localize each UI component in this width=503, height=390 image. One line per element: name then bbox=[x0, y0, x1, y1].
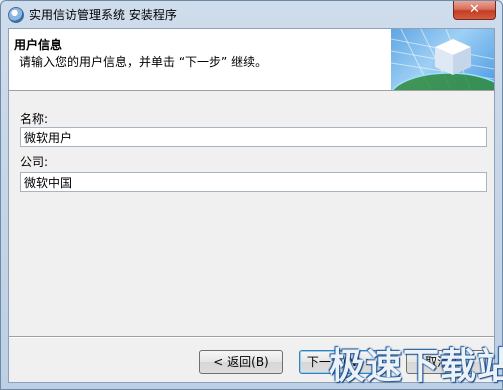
name-label: 名称: bbox=[20, 112, 49, 126]
company-label: 公司: bbox=[20, 155, 49, 169]
window-title: 实用信访管理系统 安装程序 bbox=[29, 8, 177, 22]
cancel-button[interactable]: 取消(C) bbox=[406, 350, 486, 374]
company-field[interactable] bbox=[20, 172, 487, 192]
page-header: 用户信息 请输入您的用户信息，并单击 “下一步” 继续。 bbox=[9, 29, 494, 91]
installer-window: 实用信访管理系统 安装程序 ✕ 用户信息 请输入您的用户信息，并单击 “下一步”… bbox=[0, 0, 503, 390]
dialog-client-area: 用户信息 请输入您的用户信息，并单击 “下一步” 继续。 名称: 公司: bbox=[8, 28, 495, 383]
page-title: 用户信息 bbox=[14, 38, 63, 52]
back-button[interactable]: < 返回(B) bbox=[199, 350, 283, 374]
next-button[interactable]: 下一步(N) > bbox=[299, 350, 383, 374]
title-bar[interactable]: 实用信访管理系统 安装程序 ✕ bbox=[1, 1, 502, 28]
cube-globe-art-icon bbox=[391, 29, 494, 90]
footer-divider bbox=[9, 336, 494, 338]
page-subtitle: 请输入您的用户信息，并单击 “下一步” 继续。 bbox=[19, 55, 268, 69]
close-icon: ✕ bbox=[469, 2, 480, 17]
close-button[interactable]: ✕ bbox=[453, 1, 496, 20]
app-installer-icon bbox=[8, 7, 24, 23]
name-field[interactable] bbox=[20, 127, 487, 147]
